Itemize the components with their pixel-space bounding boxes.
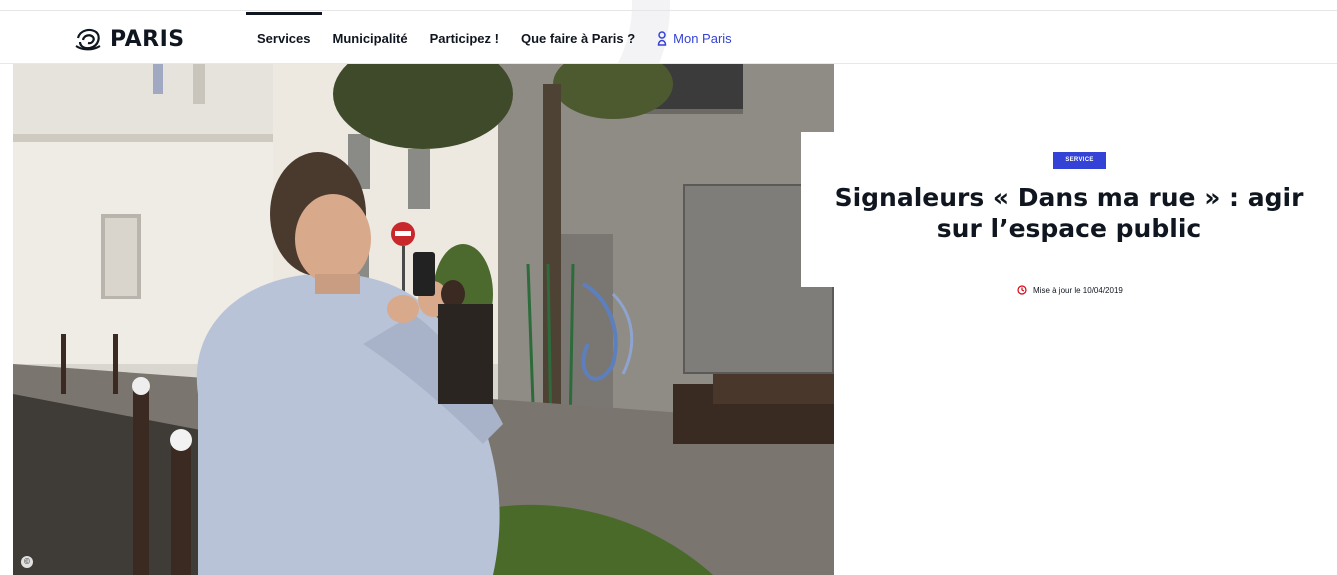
person-icon [657, 30, 667, 46]
main-nav: Services Municipalité Participez ! Que f… [246, 12, 743, 64]
page-title: Signaleurs « Dans ma rue » : agir sur l’… [801, 182, 1337, 244]
article-card: SERVICE Signaleurs « Dans ma rue » : agi… [801, 132, 1337, 287]
nav-label: Municipalité [332, 30, 408, 46]
hero-image: © [13, 64, 834, 575]
nav-label: Mon Paris [673, 30, 732, 46]
nav-label: Participez ! [429, 30, 499, 46]
nav-mon-paris[interactable]: Mon Paris [646, 12, 743, 64]
site-header: PARIS Services Municipalité Participez !… [0, 0, 1337, 64]
update-info: Mise à jour le 10/04/2019 [1017, 285, 1123, 295]
nav-label: Que faire à Paris ? [520, 30, 636, 46]
update-date: Mise à jour le 10/04/2019 [1033, 285, 1123, 295]
nav-participez[interactable]: Participez ! [419, 12, 510, 64]
logo-text: PARIS [110, 26, 185, 52]
clock-icon [1017, 285, 1027, 295]
nav-services[interactable]: Services [246, 12, 322, 64]
copyright-badge[interactable]: © [21, 556, 33, 568]
nav-que-faire[interactable]: Que faire à Paris ? [510, 12, 646, 64]
nav-municipalite[interactable]: Municipalité [322, 12, 419, 64]
street-photo [13, 64, 834, 575]
title-line-2: sur l’espace public [936, 214, 1202, 243]
paris-logo[interactable]: PARIS [74, 26, 185, 52]
nav-label: Services [257, 30, 311, 46]
title-line-1: Signaleurs « Dans ma rue » : agir [834, 183, 1304, 212]
paris-logo-icon [75, 28, 101, 51]
service-tag: SERVICE [1053, 152, 1106, 169]
